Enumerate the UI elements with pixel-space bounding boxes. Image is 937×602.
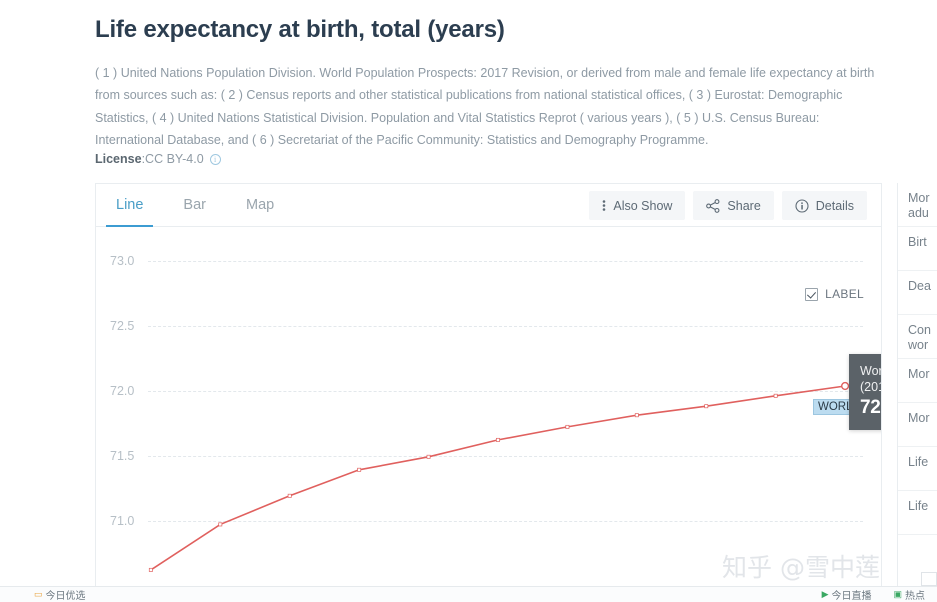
tab-line[interactable]: Line — [96, 184, 163, 228]
data-point-marker[interactable] — [773, 393, 778, 398]
chart-line-svg — [148, 381, 850, 572]
rail-item[interactable]: Birt — [898, 227, 937, 271]
source-description: ( 1 ) United Nations Population Division… — [95, 66, 875, 147]
taskbar-item-hot[interactable]: ▣ 热点 — [887, 587, 931, 602]
rail-item-label: wor — [908, 338, 929, 352]
data-point-marker[interactable] — [287, 493, 292, 498]
rail-item-label: Dea — [908, 279, 931, 293]
kebab-menu-icon — [602, 199, 606, 212]
series-line-world — [150, 385, 846, 571]
app-root: Life expectancy at birth, total (years) … — [0, 0, 937, 602]
hot-icon: ▣ — [893, 589, 902, 599]
tooltip-series-name: World — [860, 364, 881, 378]
chart-toolbar: Also Show Share Details — [589, 191, 867, 220]
also-show-label: Also Show — [613, 198, 673, 213]
taskbar-right-group: ▶ 今日直播 ▣ 热点 — [816, 587, 931, 602]
related-indicators-rail: Mor adu Birt Dea Con wor Mor Mor Life Life — [897, 183, 937, 586]
data-point-marker[interactable] — [565, 424, 570, 429]
data-point-marker[interactable] — [634, 413, 639, 418]
chart-tooltip: World (2016) 72.035 — [849, 354, 881, 430]
rail-item-label: Birt — [908, 235, 927, 249]
data-point-marker[interactable] — [218, 522, 223, 527]
info-circle-icon — [795, 198, 809, 213]
data-point-marker[interactable] — [357, 467, 362, 472]
left-gutter — [0, 0, 72, 586]
tab-map[interactable]: Map — [226, 184, 294, 227]
chart-plot-area: LABEL 73.072.572.071.571.0 WORLD World (… — [96, 227, 881, 586]
shop-icon: ▭ — [34, 589, 43, 599]
play-icon: ▶ — [821, 589, 829, 599]
chart-tabs: Line Bar Map Also Show Share Details — [96, 184, 881, 228]
taskbar-hot-label: 热点 — [905, 591, 925, 602]
share-button[interactable]: Share — [693, 191, 774, 220]
taskbar-item-today-picks[interactable]: ▭ 今日优选 — [28, 587, 92, 602]
rail-item[interactable]: Life — [898, 447, 937, 491]
data-point-marker[interactable] — [496, 437, 500, 442]
taskbar-today-picks-label: 今日优选 — [45, 591, 86, 602]
rail-item-label: Mor — [908, 191, 930, 205]
watermark: 知乎 @雪中莲 — [722, 553, 880, 582]
rail-item-label: Life — [908, 455, 929, 469]
data-point-marker[interactable] — [704, 404, 709, 409]
tooltip-value: 72.035 — [860, 397, 881, 418]
details-button[interactable]: Details — [781, 191, 867, 220]
data-point-marker[interactable] — [426, 454, 431, 459]
also-show-button[interactable]: Also Show — [589, 191, 686, 220]
data-point-marker[interactable] — [148, 567, 153, 572]
label-toggle-text: LABEL — [825, 287, 864, 301]
license-value: CC BY-4.0 — [145, 152, 204, 166]
share-icon — [706, 198, 720, 213]
page-title: Life expectancy at birth, total (years) — [95, 16, 505, 43]
rail-item[interactable]: Mor adu — [898, 183, 937, 227]
label-toggle[interactable]: LABEL — [805, 287, 864, 301]
tab-bar[interactable]: Bar — [163, 184, 226, 227]
rail-item[interactable]: Dea — [898, 271, 937, 315]
scrollbar-corner[interactable] — [921, 572, 937, 586]
taskbar-item-live[interactable]: ▶ 今日直播 — [816, 587, 878, 602]
rail-item[interactable]: Mor — [898, 359, 937, 403]
taskbar-live-label: 今日直播 — [831, 591, 872, 602]
rail-item[interactable]: Life — [898, 491, 937, 535]
share-label: Share — [727, 198, 761, 213]
taskbar: ▭ 今日优选 ▶ 今日直播 ▣ 热点 — [0, 586, 937, 602]
license-label: License — [95, 152, 142, 166]
highlighted-data-point[interactable] — [841, 381, 850, 391]
rail-item-label: Mor — [908, 367, 930, 381]
label-checkbox[interactable] — [805, 287, 819, 301]
rail-item-label: Con — [908, 323, 931, 337]
info-icon[interactable]: i — [209, 153, 221, 165]
rail-item-label: Life — [908, 499, 929, 513]
rail-item[interactable]: Mor — [898, 403, 937, 447]
chart-card: Line Bar Map Also Show Share Details LAB… — [95, 183, 882, 586]
license-line: License : CC BY-4.0 i — [95, 152, 221, 166]
rail-item-label: adu — [908, 206, 929, 220]
tooltip-year: (2016) — [860, 380, 881, 394]
rail-item-label: Mor — [908, 411, 930, 425]
details-label: Details — [815, 198, 854, 213]
rail-item[interactable]: Con wor — [898, 315, 937, 359]
